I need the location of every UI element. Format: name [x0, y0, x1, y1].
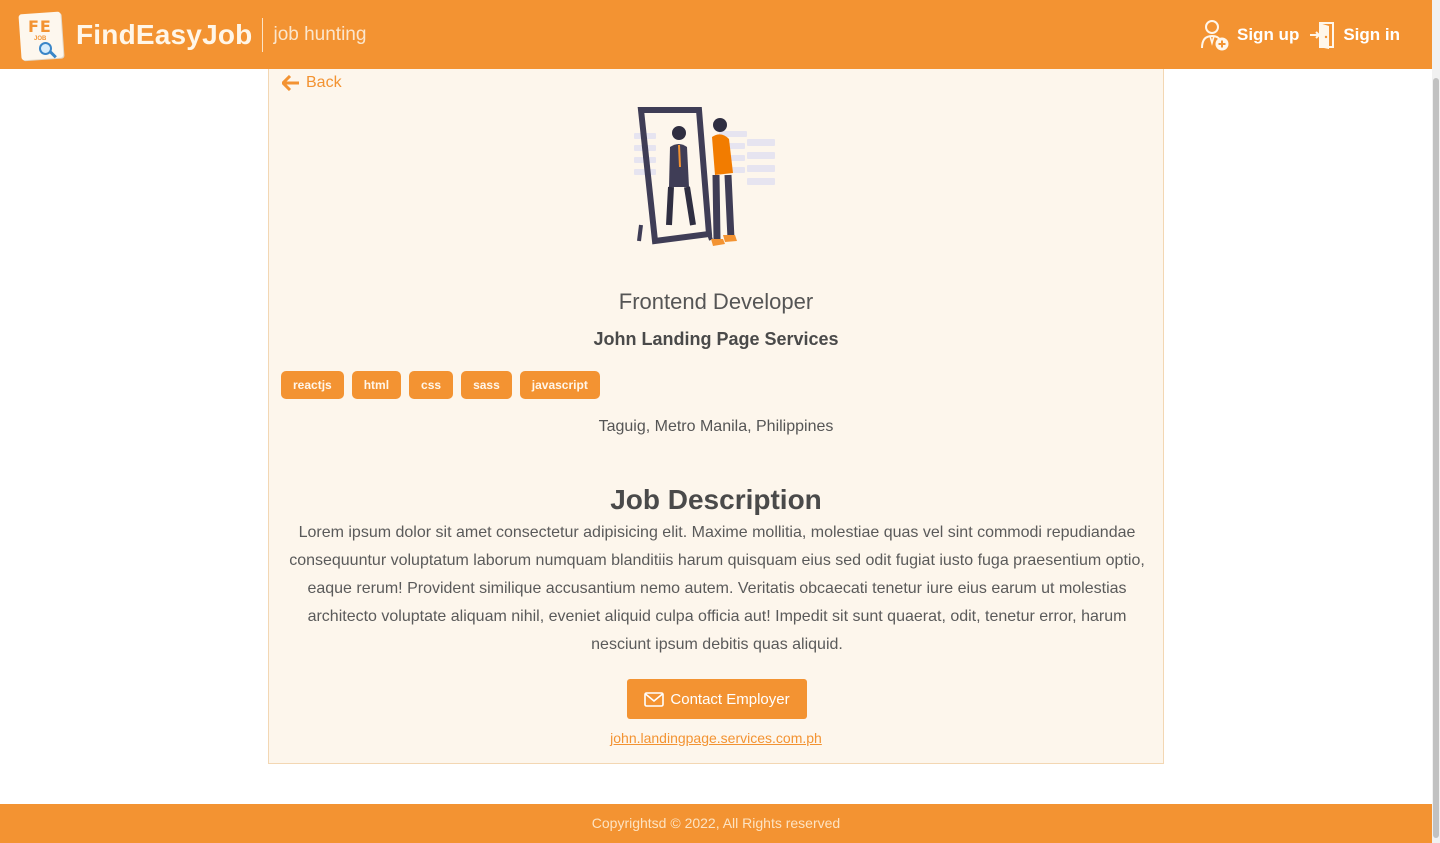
- signin-link[interactable]: Sign in: [1309, 20, 1400, 50]
- brand-name[interactable]: FindEasyJob: [76, 19, 252, 51]
- logo[interactable]: FE JOB: [16, 9, 68, 61]
- skill-tag[interactable]: javascript: [519, 371, 600, 399]
- brand-divider: [262, 17, 264, 52]
- user-add-icon: [1201, 19, 1229, 50]
- skill-tag[interactable]: css: [409, 371, 454, 399]
- company-name: John Landing Page Services: [593, 329, 839, 349]
- signup-label: Sign up: [1237, 24, 1300, 44]
- header-nav: Sign up Sign in: [1199, 0, 1400, 69]
- arrow-left-icon: [282, 75, 299, 91]
- brand-tagline: job hunting: [273, 23, 367, 45]
- employer-email-link[interactable]: john.landingpage.services.com.ph: [269, 730, 1163, 746]
- logo-text: FE: [28, 16, 52, 36]
- signup-link[interactable]: Sign up: [1199, 18, 1299, 52]
- page-scrollbar[interactable]: [1432, 0, 1440, 843]
- contact-employer-label: Contact Employer: [670, 690, 790, 708]
- skill-tag[interactable]: reactjs: [281, 371, 344, 399]
- logo-subtext: JOB: [34, 35, 47, 42]
- contact-employer-button[interactable]: Contact Employer: [627, 679, 807, 719]
- job-detail-card: Back Frontend Developer John Landing Pag…: [268, 69, 1164, 764]
- sign-in-door-icon: [1310, 21, 1335, 49]
- back-label: Back: [306, 74, 342, 91]
- envelope-icon: [644, 691, 665, 707]
- skill-tags: reactjs html css sass javascript: [281, 371, 600, 399]
- skill-tag[interactable]: sass: [461, 371, 512, 399]
- scrollbar-thumb[interactable]: [1433, 78, 1439, 838]
- signin-label: Sign in: [1343, 24, 1400, 44]
- page-footer: Copyrightsd © 2022, All Rights reserved: [0, 804, 1432, 843]
- top-header: FE JOB FindEasyJob job hunting Sign up S…: [0, 0, 1432, 69]
- job-title: Frontend Developer: [618, 289, 814, 314]
- mirror-illustration: [634, 107, 775, 246]
- skill-tag[interactable]: html: [351, 371, 402, 399]
- job-location: Taguig, Metro Manila, Philippines: [598, 418, 834, 435]
- copyright-text: Copyrightsd © 2022, All Rights reserved: [591, 815, 841, 831]
- back-button[interactable]: Back: [282, 74, 342, 92]
- description-text: Lorem ipsum dolor sit amet consectetur a…: [289, 524, 1145, 653]
- description-heading: Job Description: [610, 484, 822, 515]
